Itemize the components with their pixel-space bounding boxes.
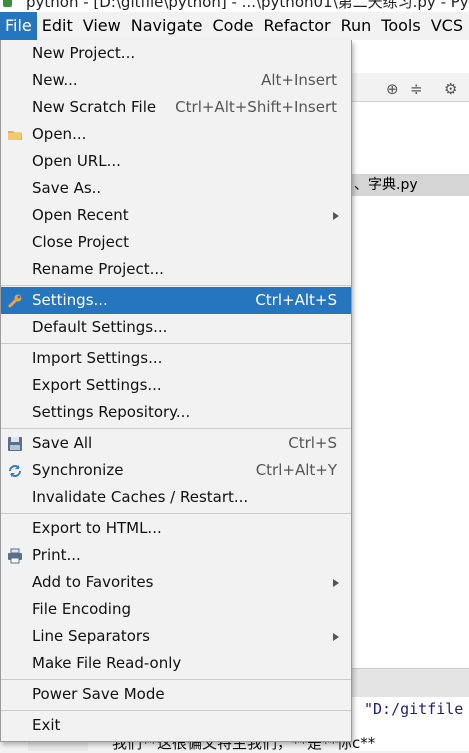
menu-item-export-settings[interactable]: Export Settings... xyxy=(1,372,351,399)
menu-item-settings-repository[interactable]: Settings Repository... xyxy=(1,399,351,426)
submenu-arrow-icon xyxy=(333,633,339,641)
menu-item-save-as[interactable]: Save As.. xyxy=(1,175,351,202)
gear-icon[interactable]: ⚙ xyxy=(444,80,457,98)
menu-item-power-save-mode[interactable]: Power Save Mode xyxy=(1,681,351,708)
menu-code[interactable]: Code xyxy=(208,12,259,40)
menu-edit[interactable]: Edit xyxy=(37,12,78,40)
menu-view[interactable]: View xyxy=(78,12,126,40)
menu-item-line-separators[interactable]: Line Separators xyxy=(1,623,351,650)
menu-file[interactable]: File xyxy=(0,12,37,40)
menu-vcs[interactable]: VCS xyxy=(426,12,468,40)
menu-item-settings[interactable]: Settings... Ctrl+Alt+S xyxy=(1,287,351,314)
menu-item-new[interactable]: New... Alt+Insert xyxy=(1,67,351,94)
editor-area xyxy=(352,40,469,751)
target-icon[interactable]: ⊕ xyxy=(386,80,399,98)
submenu-arrow-icon xyxy=(333,212,339,220)
menu-separator xyxy=(1,513,351,514)
menu-item-export-html[interactable]: Export to HTML... xyxy=(1,515,351,542)
menu-item-rename-project[interactable]: Rename Project... xyxy=(1,256,351,283)
menu-item-open-recent[interactable]: Open Recent xyxy=(1,202,351,229)
menu-item-synchronize[interactable]: Synchronize Ctrl+Alt+Y xyxy=(1,457,351,484)
project-toolbar: ⊕ ≑ ⚙ xyxy=(352,73,469,102)
menu-item-open-url[interactable]: Open URL... xyxy=(1,148,351,175)
file-menu-dropdown: New Project... New... Alt+Insert New Scr… xyxy=(0,40,352,742)
bottom-tool-tabs xyxy=(352,668,469,697)
project-file-row[interactable]: 、字典.py xyxy=(352,174,469,196)
window-title: python - [D:\gitfile\python] - ...\pytho… xyxy=(26,0,469,11)
menu-tools[interactable]: Tools xyxy=(376,12,425,40)
menu-separator xyxy=(1,710,351,711)
shortcut-label: Ctrl+Alt+S xyxy=(255,291,337,309)
window-title-bar: python - [D:\gitfile\python] - ...\pytho… xyxy=(0,0,469,12)
submenu-arrow-icon xyxy=(333,579,339,587)
menu-item-file-encoding[interactable]: File Encoding xyxy=(1,596,351,623)
shortcut-label: Ctrl+Alt+Y xyxy=(255,461,337,479)
pycharm-app-icon xyxy=(3,0,12,7)
menu-item-new-project[interactable]: New Project... xyxy=(1,40,351,67)
menu-run[interactable]: Run xyxy=(336,12,377,40)
folder-icon xyxy=(8,131,22,140)
menu-item-import-settings[interactable]: Import Settings... xyxy=(1,345,351,372)
menu-separator xyxy=(1,343,351,344)
wrench-icon xyxy=(8,294,22,308)
menu-item-close-project[interactable]: Close Project xyxy=(1,229,351,256)
shortcut-label: Ctrl+S xyxy=(288,434,337,452)
menu-item-open[interactable]: Open... xyxy=(1,121,351,148)
console-output-line: "D:/gitfile xyxy=(364,700,464,718)
shortcut-label: Ctrl+Alt+Shift+Insert xyxy=(175,98,337,116)
menu-item-exit[interactable]: Exit xyxy=(1,712,351,739)
menu-item-print[interactable]: Print... xyxy=(1,542,351,569)
menu-bar: File Edit View Navigate Code Refactor Ru… xyxy=(0,12,469,40)
sync-icon xyxy=(9,465,21,477)
collapse-icon[interactable]: ≑ xyxy=(410,80,423,98)
menu-item-new-scratch-file[interactable]: New Scratch File Ctrl+Alt+Shift+Insert xyxy=(1,94,351,121)
menu-separator xyxy=(1,285,351,286)
menu-item-add-to-favorites[interactable]: Add to Favorites xyxy=(1,569,351,596)
shortcut-label: Alt+Insert xyxy=(261,71,337,89)
printer-icon xyxy=(8,548,22,564)
menu-item-save-all[interactable]: Save All Ctrl+S xyxy=(1,430,351,457)
menu-refactor[interactable]: Refactor xyxy=(258,12,335,40)
menu-item-make-read-only[interactable]: Make File Read-only xyxy=(1,650,351,677)
menu-item-default-settings[interactable]: Default Settings... xyxy=(1,314,351,341)
menu-separator xyxy=(1,679,351,680)
floppy-disk-icon xyxy=(8,437,22,451)
menu-navigate[interactable]: Navigate xyxy=(126,12,208,40)
menu-separator xyxy=(1,428,351,429)
menu-item-invalidate-caches[interactable]: Invalidate Caches / Restart... xyxy=(1,484,351,511)
